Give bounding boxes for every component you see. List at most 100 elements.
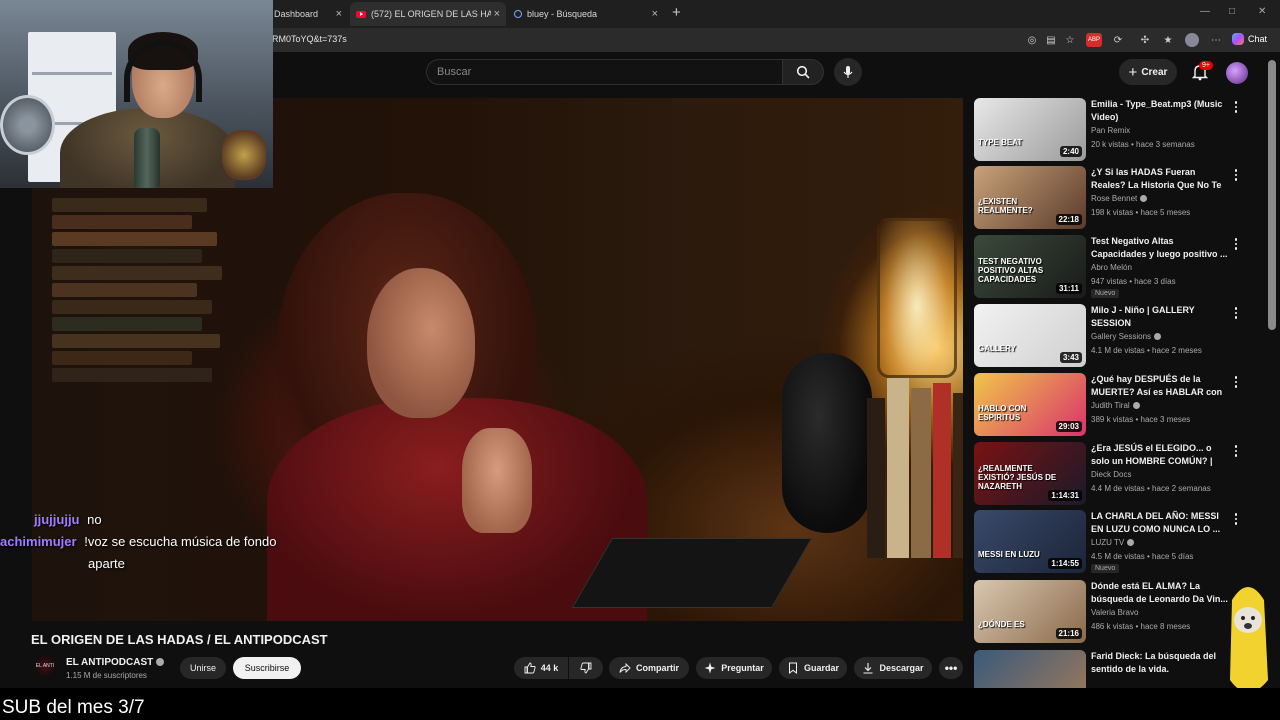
recommended-video[interactable]: TEST NEGATIVO POSITIVO ALTAS CAPACIDADES…: [974, 235, 1264, 301]
copilot-chat-button[interactable]: Chat: [1232, 33, 1267, 45]
youtube-favicon-icon: [356, 10, 366, 18]
more-options-icon[interactable]: [1232, 512, 1240, 526]
tab-search[interactable]: bluey - Búsqueda ×: [508, 2, 664, 26]
more-options-icon[interactable]: [1232, 100, 1240, 114]
search-input[interactable]: Buscar: [426, 59, 783, 85]
adblock-icon[interactable]: ABP: [1086, 33, 1102, 47]
reader-icon[interactable]: ▤: [1044, 33, 1058, 47]
more-options-icon[interactable]: [1232, 306, 1240, 320]
close-tab-icon[interactable]: ×: [336, 8, 342, 20]
ask-button[interactable]: Preguntar: [696, 657, 772, 679]
recommended-video-title[interactable]: Milo J - Niño | GALLERY SESSION: [1091, 304, 1229, 330]
tab-dashboard[interactable]: Dashboard ×: [268, 2, 348, 26]
url-text[interactable]: RM0ToYQ&t=737s: [272, 34, 347, 44]
water-bottle: [134, 128, 160, 188]
voice-search-button[interactable]: [834, 58, 862, 86]
recommended-video[interactable]: HABLO CON ESPIRITUS 29:03 ¿Qué hay DESPUÉS…: [974, 373, 1264, 439]
chat-label: Chat: [1248, 34, 1268, 44]
recommended-channel-name[interactable]: Abro Melón: [1091, 263, 1132, 272]
video-thumbnail[interactable]: MESSI EN LUZU 1:14:55: [974, 510, 1086, 573]
minimize-icon[interactable]: —: [1200, 6, 1210, 17]
new-tab-button[interactable]: +: [672, 4, 681, 21]
channel-name-text: Dieck Docs: [1091, 470, 1132, 479]
close-window-icon[interactable]: ✕: [1258, 6, 1266, 17]
share-button[interactable]: Compartir: [609, 657, 689, 679]
recommended-channel-name[interactable]: Judith Tiral: [1091, 401, 1140, 410]
chat-text: no: [87, 512, 102, 527]
recommended-channel-name[interactable]: LUZU TV: [1091, 538, 1135, 547]
chat-message: achimimujer !voz se escucha música de fo…: [0, 534, 276, 549]
more-options-icon[interactable]: [1232, 237, 1240, 251]
recommended-video-title[interactable]: LA CHARLA DEL AÑO: MESSI EN LUZU COMO NU…: [1091, 510, 1229, 536]
video-thumbnail[interactable]: ¿REALMENTE EXISTIÓ? JESÚS DE NAZARETH 1:1…: [974, 442, 1086, 505]
favorites-icon[interactable]: ★: [1161, 33, 1175, 47]
user-avatar[interactable]: [1226, 62, 1248, 84]
more-options-icon[interactable]: [1232, 375, 1240, 389]
recommended-video-title[interactable]: Emilia - Type_Beat.mp3 (Music Video): [1091, 98, 1229, 124]
verified-icon: [1154, 333, 1162, 340]
recommended-video[interactable]: ¿DÓNDE ES 21:16 Dónde está EL ALMA? La bús…: [974, 580, 1264, 646]
subscribe-button[interactable]: Suscribirse: [233, 657, 301, 679]
recommended-video-title[interactable]: Farid Dieck: La búsqueda del sentido de …: [1091, 650, 1229, 676]
recommended-video-title[interactable]: ¿Y Si las HADAS Fueran Reales? La Histor…: [1091, 166, 1229, 192]
download-button[interactable]: Descargar: [854, 657, 932, 679]
maximize-icon[interactable]: □: [1229, 6, 1235, 17]
video-thumbnail[interactable]: TYPE BEAT 2:40: [974, 98, 1086, 161]
create-button[interactable]: + Crear: [1119, 59, 1177, 85]
chat-message: jjujjujju no: [34, 512, 102, 527]
join-button[interactable]: Unirse: [180, 657, 226, 679]
recommended-video[interactable]: GALLERY 3:43 Milo J - Niño | GALLERY SESSI…: [974, 304, 1264, 370]
page-scrollbar[interactable]: [1268, 60, 1276, 330]
translate-icon[interactable]: ◎: [1025, 33, 1039, 47]
video-duration: 21:16: [1055, 628, 1082, 639]
thumbnail-text: TYPE BEAT: [978, 138, 1023, 147]
verified-icon: [1132, 402, 1140, 409]
recommended-channel-name[interactable]: Gallery Sessions: [1091, 332, 1162, 341]
extension-icon[interactable]: ⟳: [1111, 33, 1125, 47]
more-actions-button[interactable]: •••: [939, 657, 963, 679]
recommended-video-meta: 947 vistas • hace 3 días: [1091, 277, 1176, 286]
recommended-channel-name[interactable]: Pan Remix: [1091, 126, 1130, 135]
bookmark-icon: [788, 662, 797, 674]
favorite-star-icon[interactable]: ☆: [1063, 33, 1077, 47]
more-options-icon[interactable]: [1232, 168, 1240, 182]
channel-name[interactable]: EL ANTIPODCAST: [66, 657, 165, 668]
thumbnail-text: HABLO CON ESPIRITUS: [978, 404, 1027, 422]
dislike-button[interactable]: [569, 657, 603, 679]
screen: Dashboard × (572) EL ORIGEN DE LAS HADAS…: [0, 0, 1280, 720]
video-duration: 31:11: [1055, 283, 1082, 294]
recommended-video-title[interactable]: ¿Era JESÚS el ELEGIDO... o solo un HOMBR…: [1091, 442, 1229, 468]
recommended-channel-name[interactable]: Rose Bennet: [1091, 194, 1148, 203]
recommended-video-meta: 4.4 M de vistas • hace 2 semanas: [1091, 484, 1211, 493]
save-button[interactable]: Guardar: [779, 657, 847, 679]
video-thumbnail[interactable]: TEST NEGATIVO POSITIVO ALTAS CAPACIDADES…: [974, 235, 1086, 298]
tab-video[interactable]: (572) EL ORIGEN DE LAS HADAS / ×: [350, 2, 506, 26]
more-options-icon[interactable]: [1232, 444, 1240, 458]
more-menu-icon[interactable]: ⋯: [1209, 33, 1223, 47]
video-thumbnail[interactable]: ¿EXISTEN REALMENTE? 22:18: [974, 166, 1086, 229]
video-thumbnail[interactable]: ¿DÓNDE ES 21:16: [974, 580, 1086, 643]
sub-goal-text: SUB del mes 3/7: [2, 697, 145, 718]
close-tab-icon[interactable]: ×: [494, 8, 500, 20]
video-thumbnail[interactable]: HABLO CON ESPIRITUS 29:03: [974, 373, 1086, 436]
recommended-video-title[interactable]: Dónde está EL ALMA? La búsqueda de Leona…: [1091, 580, 1229, 606]
close-tab-icon[interactable]: ×: [652, 8, 658, 20]
video-thumbnail[interactable]: GALLERY 3:43: [974, 304, 1086, 367]
recommended-video[interactable]: ¿REALMENTE EXISTIÓ? JESÚS DE NAZARETH 1:1…: [974, 442, 1264, 508]
recommended-video[interactable]: TYPE BEAT 2:40 Emilia - Type_Beat.mp3 (Mus…: [974, 98, 1264, 164]
more-horizontal-icon: •••: [944, 661, 958, 675]
recommended-video-title[interactable]: Test Negativo Altas Capacidades y luego …: [1091, 235, 1229, 261]
channel-avatar[interactable]: EL ANTI: [34, 655, 56, 677]
tab-label: (572) EL ORIGEN DE LAS HADAS /: [371, 9, 491, 19]
profile-icon[interactable]: [1185, 33, 1199, 47]
recommended-channel-name[interactable]: Valeria Bravo: [1091, 608, 1138, 617]
recommended-video-title[interactable]: ¿Qué hay DESPUÉS de la MUERTE? Así es HA…: [1091, 373, 1229, 399]
like-button[interactable]: 44 k: [514, 657, 568, 679]
recommended-video[interactable]: ¿EXISTEN REALMENTE? 22:18 ¿Y Si las HADAS …: [974, 166, 1264, 232]
recommended-channel-name[interactable]: Dieck Docs: [1091, 470, 1131, 479]
search-button[interactable]: [782, 59, 824, 85]
extensions-puzzle-icon[interactable]: ✣: [1138, 33, 1152, 47]
recommended-video[interactable]: MESSI EN LUZU 1:14:55 LA CHARLA DEL AÑO: M…: [974, 510, 1264, 576]
video-duration: 29:03: [1055, 421, 1082, 432]
subscriber-goal-bar: SUB del mes 3/7: [0, 688, 1280, 720]
